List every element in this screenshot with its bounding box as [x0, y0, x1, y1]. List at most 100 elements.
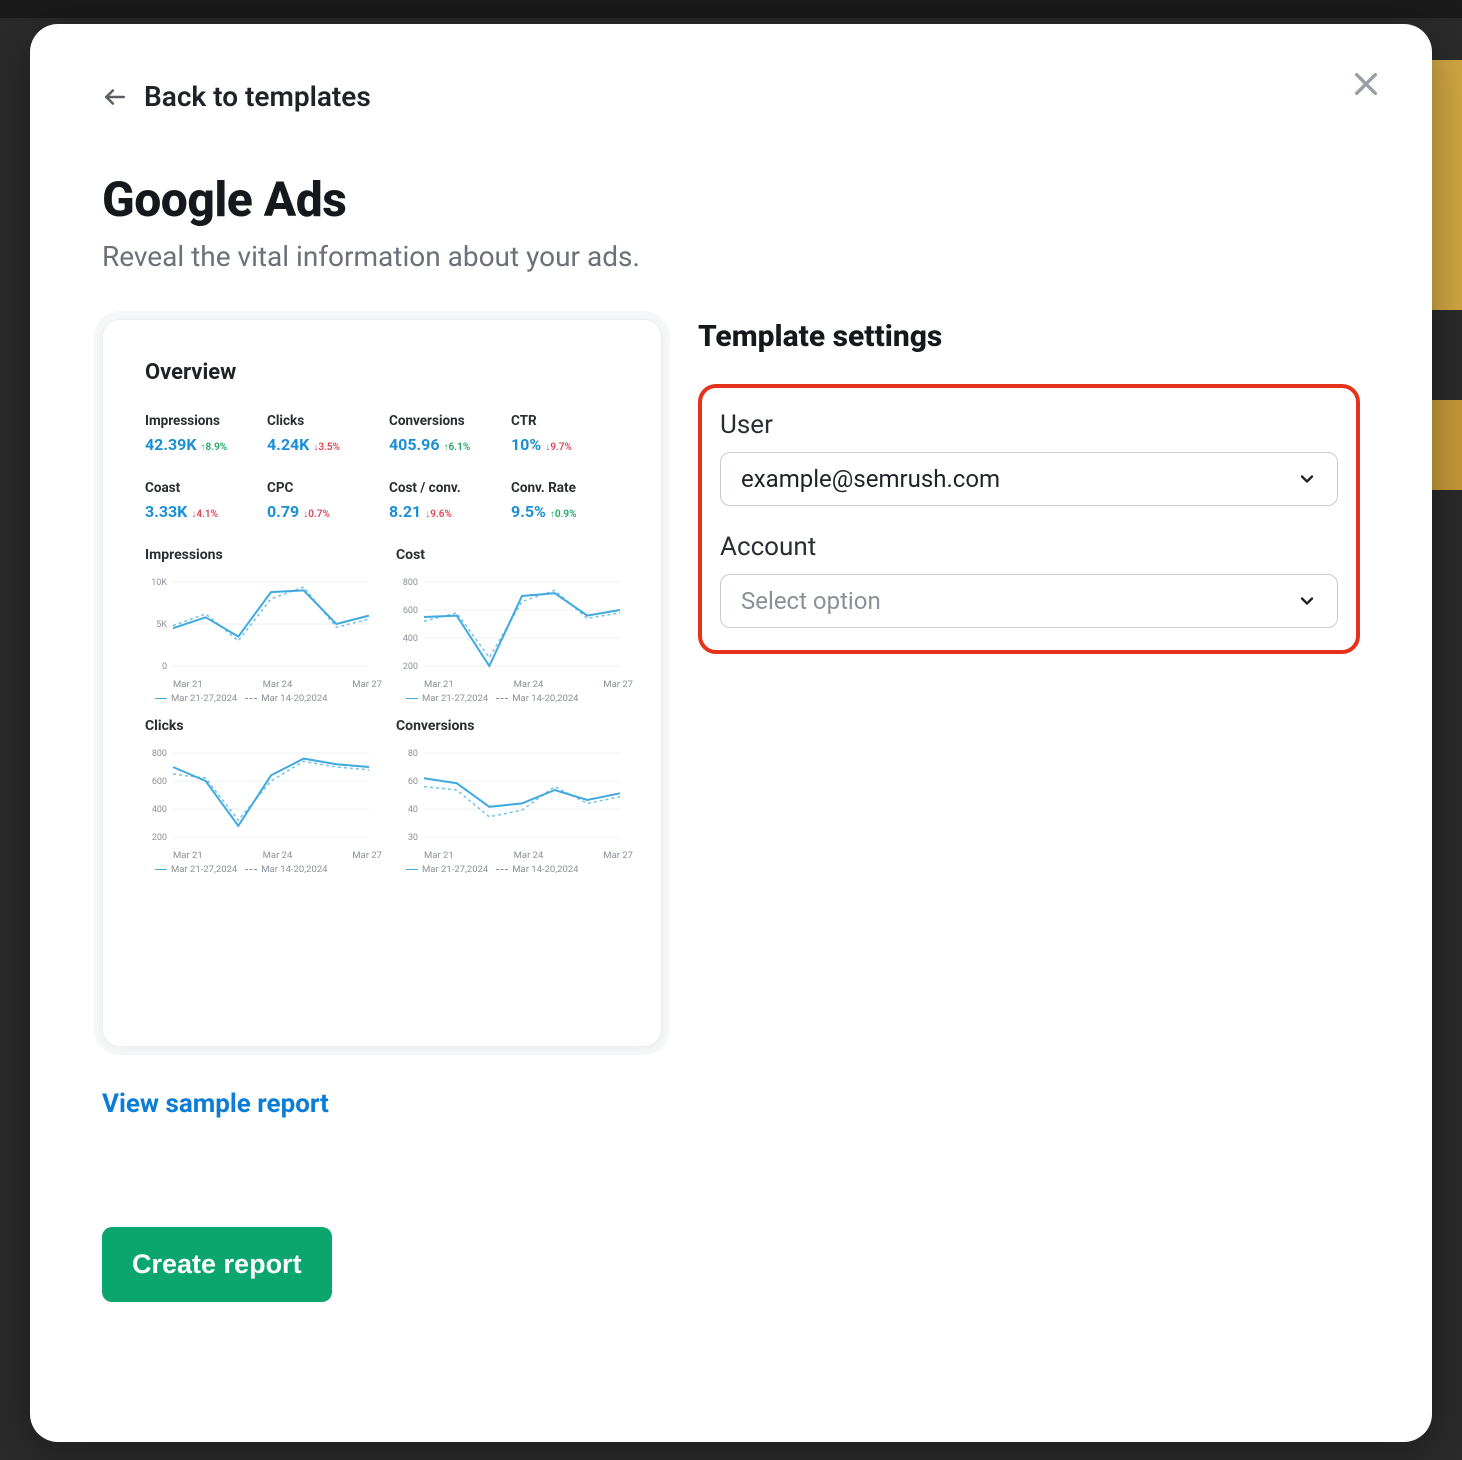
- preview-heading: Overview: [145, 360, 633, 385]
- svg-text:800: 800: [152, 749, 167, 759]
- right-column: Template settings User example@semrush.c…: [698, 319, 1360, 654]
- mini-chart-xticks: Mar 21Mar 24Mar 27: [396, 677, 633, 690]
- metric-delta: ↑0.9%: [550, 509, 577, 520]
- mini-chart-title: Conversions: [396, 718, 633, 734]
- chart-series-prev: [424, 787, 620, 817]
- metric-value: 405.96: [389, 435, 440, 454]
- metrics-row-1: Impressions 42.39K ↑8.9% Clicks 4.24K ↓3.5% Co…: [145, 413, 633, 454]
- metric-delta: ↓0.7%: [303, 509, 330, 520]
- metric-label: Clicks: [267, 413, 389, 429]
- metric-label: CTR: [511, 413, 633, 429]
- svg-text:400: 400: [403, 634, 418, 644]
- settings-highlight-box: User example@semrush.com Account Select …: [698, 384, 1360, 654]
- left-column: Overview Impressions 42.39K ↑8.9% Clicks 4.2…: [102, 319, 662, 1302]
- mini-chart-legend: Mar 21-27,2024Mar 14-20,2024: [145, 861, 382, 875]
- account-dropdown[interactable]: Select option: [720, 574, 1338, 628]
- mini-chart-legend: Mar 21-27,2024Mar 14-20,2024: [396, 690, 633, 704]
- chart-series-prev: [173, 587, 369, 641]
- mini-chart-canvas: 800 600 400 200: [145, 742, 373, 848]
- user-dropdown-value: example@semrush.com: [741, 465, 1000, 493]
- metric-label: Conversions: [389, 413, 511, 429]
- svg-text:800: 800: [403, 578, 418, 588]
- close-button[interactable]: [1344, 64, 1388, 108]
- bg-stripe: [1432, 400, 1462, 490]
- metric-value: 10%: [511, 435, 541, 454]
- mini-chart: Cost 800 600 400 200 Mar 21Mar 24Mar 27Mar 21…: [396, 547, 633, 704]
- chart-series-prev: [424, 590, 620, 657]
- svg-text:80: 80: [408, 749, 418, 759]
- page-subtitle: Reveal the vital information about your …: [102, 240, 1360, 273]
- create-report-button[interactable]: Create report: [102, 1227, 332, 1302]
- metric-delta: ↓9.7%: [545, 442, 572, 453]
- chart-series-prev: [173, 761, 369, 820]
- metric-tile: Clicks 4.24K ↓3.5%: [267, 413, 389, 454]
- metric-value: 3.33K: [145, 502, 187, 521]
- metrics-row-2: Coast 3.33K ↓4.1% CPC 0.79 ↓0.7% Cost / conv. 8…: [145, 480, 633, 521]
- svg-text:60: 60: [408, 777, 418, 787]
- metric-label: Impressions: [145, 413, 267, 429]
- metric-tile: CPC 0.79 ↓0.7%: [267, 480, 389, 521]
- chart-series-current: [173, 590, 369, 636]
- mini-chart-xticks: Mar 21Mar 24Mar 27: [145, 848, 382, 861]
- chevron-down-icon: [1297, 469, 1317, 489]
- mini-chart-xticks: Mar 21Mar 24Mar 27: [145, 677, 382, 690]
- metric-tile: Conv. Rate 9.5% ↑0.9%: [511, 480, 633, 521]
- mini-chart-canvas: 800 600 400 200: [396, 571, 624, 677]
- metric-delta: ↓9.6%: [425, 509, 452, 520]
- metric-label: Cost / conv.: [389, 480, 511, 496]
- svg-text:30: 30: [408, 833, 418, 843]
- arrow-left-icon: [102, 84, 128, 110]
- svg-text:600: 600: [403, 606, 418, 616]
- metric-label: CPC: [267, 480, 389, 496]
- metric-tile: Cost / conv. 8.21 ↓9.6%: [389, 480, 511, 521]
- metric-value: 4.24K: [267, 435, 309, 454]
- metric-value: 8.21: [389, 502, 421, 521]
- mini-chart-xticks: Mar 21Mar 24Mar 27: [396, 848, 633, 861]
- user-dropdown[interactable]: example@semrush.com: [720, 452, 1338, 506]
- svg-text:10K: 10K: [151, 578, 167, 588]
- metric-delta: ↑8.9%: [201, 442, 228, 453]
- metric-label: Coast: [145, 480, 267, 496]
- metric-delta: ↓3.5%: [313, 442, 340, 453]
- charts-grid: Impressions10K5K0Mar 21Mar 24Mar 27Mar 2…: [145, 547, 633, 875]
- mini-chart-canvas: 80 60 40 30: [396, 742, 624, 848]
- mini-chart-title: Clicks: [145, 718, 382, 734]
- mini-chart: Conversions 80 60 40 30 Mar 21Mar 24Mar 27Mar…: [396, 718, 633, 875]
- svg-text:40: 40: [408, 805, 418, 815]
- bg-stripe: [1432, 60, 1462, 310]
- svg-text:400: 400: [152, 805, 167, 815]
- svg-text:200: 200: [152, 833, 167, 843]
- back-to-templates-link[interactable]: Back to templates: [102, 80, 371, 113]
- bg-stripe: [0, 0, 1462, 18]
- mini-chart-canvas: 10K 5K 0: [145, 571, 373, 677]
- mini-chart-legend: Mar 21-27,2024Mar 14-20,2024: [396, 861, 633, 875]
- svg-text:0: 0: [162, 662, 167, 672]
- template-settings-heading: Template settings: [698, 319, 1360, 354]
- svg-text:5K: 5K: [156, 620, 167, 630]
- metric-value: 42.39K: [145, 435, 197, 454]
- modal: Back to templates Google Ads Reveal the …: [30, 24, 1432, 1442]
- close-icon: [1350, 68, 1382, 104]
- svg-text:200: 200: [403, 662, 418, 672]
- mini-chart: Impressions 10K 5K 0 Mar 21Mar 24Mar 27Mar 2…: [145, 547, 382, 704]
- metric-delta: ↓4.1%: [191, 509, 218, 520]
- page-title: Google Ads: [102, 171, 1360, 228]
- metric-value: 9.5%: [511, 502, 546, 521]
- metric-value: 0.79: [267, 502, 299, 521]
- metric-tile: Conversions 405.96 ↑6.1%: [389, 413, 511, 454]
- mini-chart-legend: Mar 21-27,2024Mar 14-20,2024: [145, 690, 382, 704]
- metric-label: Conv. Rate: [511, 480, 633, 496]
- metric-tile: Coast 3.33K ↓4.1%: [145, 480, 267, 521]
- metric-tile: CTR 10% ↓9.7%: [511, 413, 633, 454]
- svg-text:600: 600: [152, 777, 167, 787]
- account-field-label: Account: [720, 532, 1338, 562]
- chart-series-current: [173, 759, 369, 826]
- metric-delta: ↑6.1%: [444, 442, 471, 453]
- mini-chart-title: Impressions: [145, 547, 382, 563]
- user-field-label: User: [720, 410, 1338, 440]
- view-sample-report-link[interactable]: View sample report: [102, 1089, 329, 1119]
- mini-chart-title: Cost: [396, 547, 633, 563]
- metric-tile: Impressions 42.39K ↑8.9%: [145, 413, 267, 454]
- back-link-text: Back to templates: [144, 80, 371, 113]
- template-preview-card: Overview Impressions 42.39K ↑8.9% Clicks 4.2…: [102, 319, 662, 1047]
